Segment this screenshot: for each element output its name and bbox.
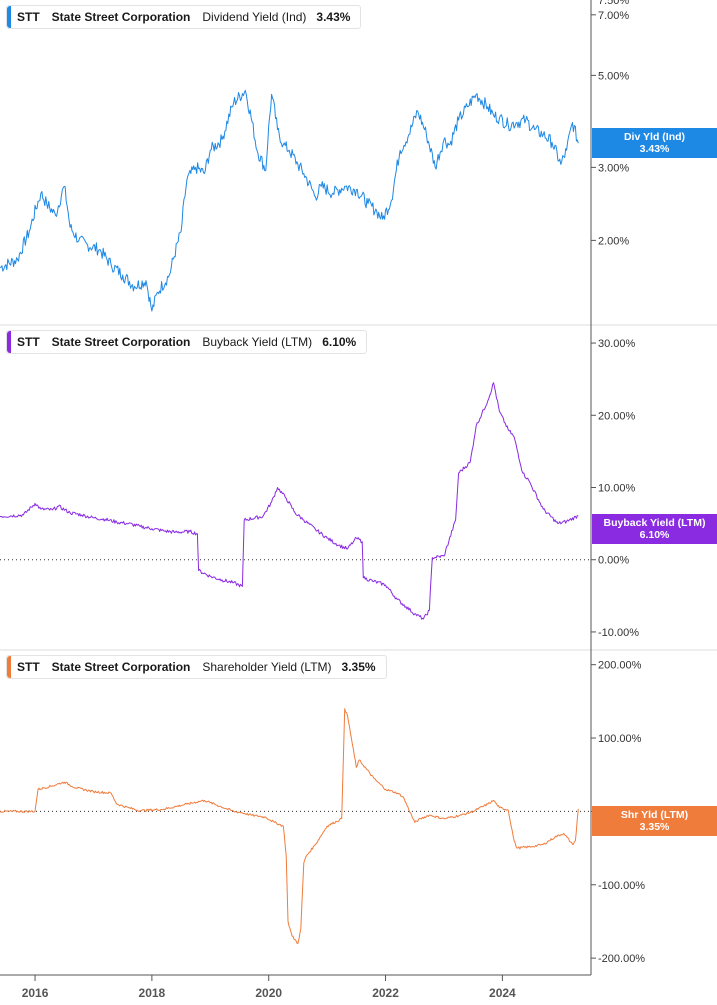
y-tick-label: 3.00% xyxy=(598,162,629,174)
y-tick-label: -10.00% xyxy=(598,627,639,639)
x-tick-label: 2016 xyxy=(22,986,49,1000)
y-tick-label: 200.00% xyxy=(598,660,642,672)
legend-ticker: STT xyxy=(17,660,40,674)
legend-company: State Street Corporation xyxy=(51,10,191,24)
x-tick-label: 2022 xyxy=(372,986,399,1000)
y-tick-label: 0.00% xyxy=(598,555,629,567)
legend-dividend-yield: STT State Street Corporation Dividend Yi… xyxy=(6,5,362,29)
tag-value: 6.10% xyxy=(639,529,670,541)
legend-metric: Shareholder Yield (LTM) xyxy=(202,660,332,674)
legend-metric: Dividend Yield (Ind) xyxy=(202,10,307,24)
legend-color-bar xyxy=(7,656,11,678)
legend-value: 6.10% xyxy=(322,335,357,349)
series-line xyxy=(0,708,579,944)
current-value-tag-buyback: Buyback Yield (LTM) 6.10% xyxy=(592,514,717,544)
y-tick-label: 5.00% xyxy=(598,70,629,82)
y-tick-label: -200.00% xyxy=(598,953,645,965)
y-tick-label: 20.00% xyxy=(598,410,636,422)
current-value-tag-shareholder: Shr Yld (LTM) 3.35% xyxy=(592,806,717,836)
current-value-tag-dividend: Div Yld (Ind) 3.43% xyxy=(592,128,717,158)
legend-value: 3.35% xyxy=(341,660,376,674)
legend-company: State Street Corporation xyxy=(51,335,191,349)
legend-company: State Street Corporation xyxy=(51,660,191,674)
legend-metric: Buyback Yield (LTM) xyxy=(202,335,313,349)
tag-value: 3.43% xyxy=(639,143,670,155)
tag-label: Div Yld (Ind) xyxy=(623,131,686,143)
legend-shareholder-yield: STT State Street Corporation Shareholder… xyxy=(6,655,387,679)
legend-color-bar xyxy=(7,6,11,28)
y-tick-label: 2.00% xyxy=(598,235,629,247)
x-tick-label: 2024 xyxy=(489,986,516,1000)
series-line xyxy=(0,89,579,312)
legend-buyback-yield: STT State Street Corporation Buyback Yie… xyxy=(6,330,368,354)
series-line xyxy=(0,382,579,620)
tag-label: Shr Yld (LTM) xyxy=(620,809,689,821)
legend-ticker: STT xyxy=(17,10,40,24)
y-tick-label: -100.00% xyxy=(598,880,645,892)
tag-label: Buyback Yield (LTM) xyxy=(603,517,706,529)
legend-ticker: STT xyxy=(17,335,40,349)
y-tick-label-top: 7.50% xyxy=(598,0,629,7)
legend-value: 3.43% xyxy=(316,10,351,24)
tag-value: 3.35% xyxy=(639,821,670,833)
y-tick-label: 7.00% xyxy=(598,10,629,22)
x-tick-label: 2018 xyxy=(139,986,166,1000)
x-tick-label: 2020 xyxy=(255,986,282,1000)
legend-color-bar xyxy=(7,331,11,353)
y-tick-label: 100.00% xyxy=(598,733,642,745)
y-tick-label: 30.00% xyxy=(598,338,636,350)
y-tick-label: 10.00% xyxy=(598,483,636,495)
